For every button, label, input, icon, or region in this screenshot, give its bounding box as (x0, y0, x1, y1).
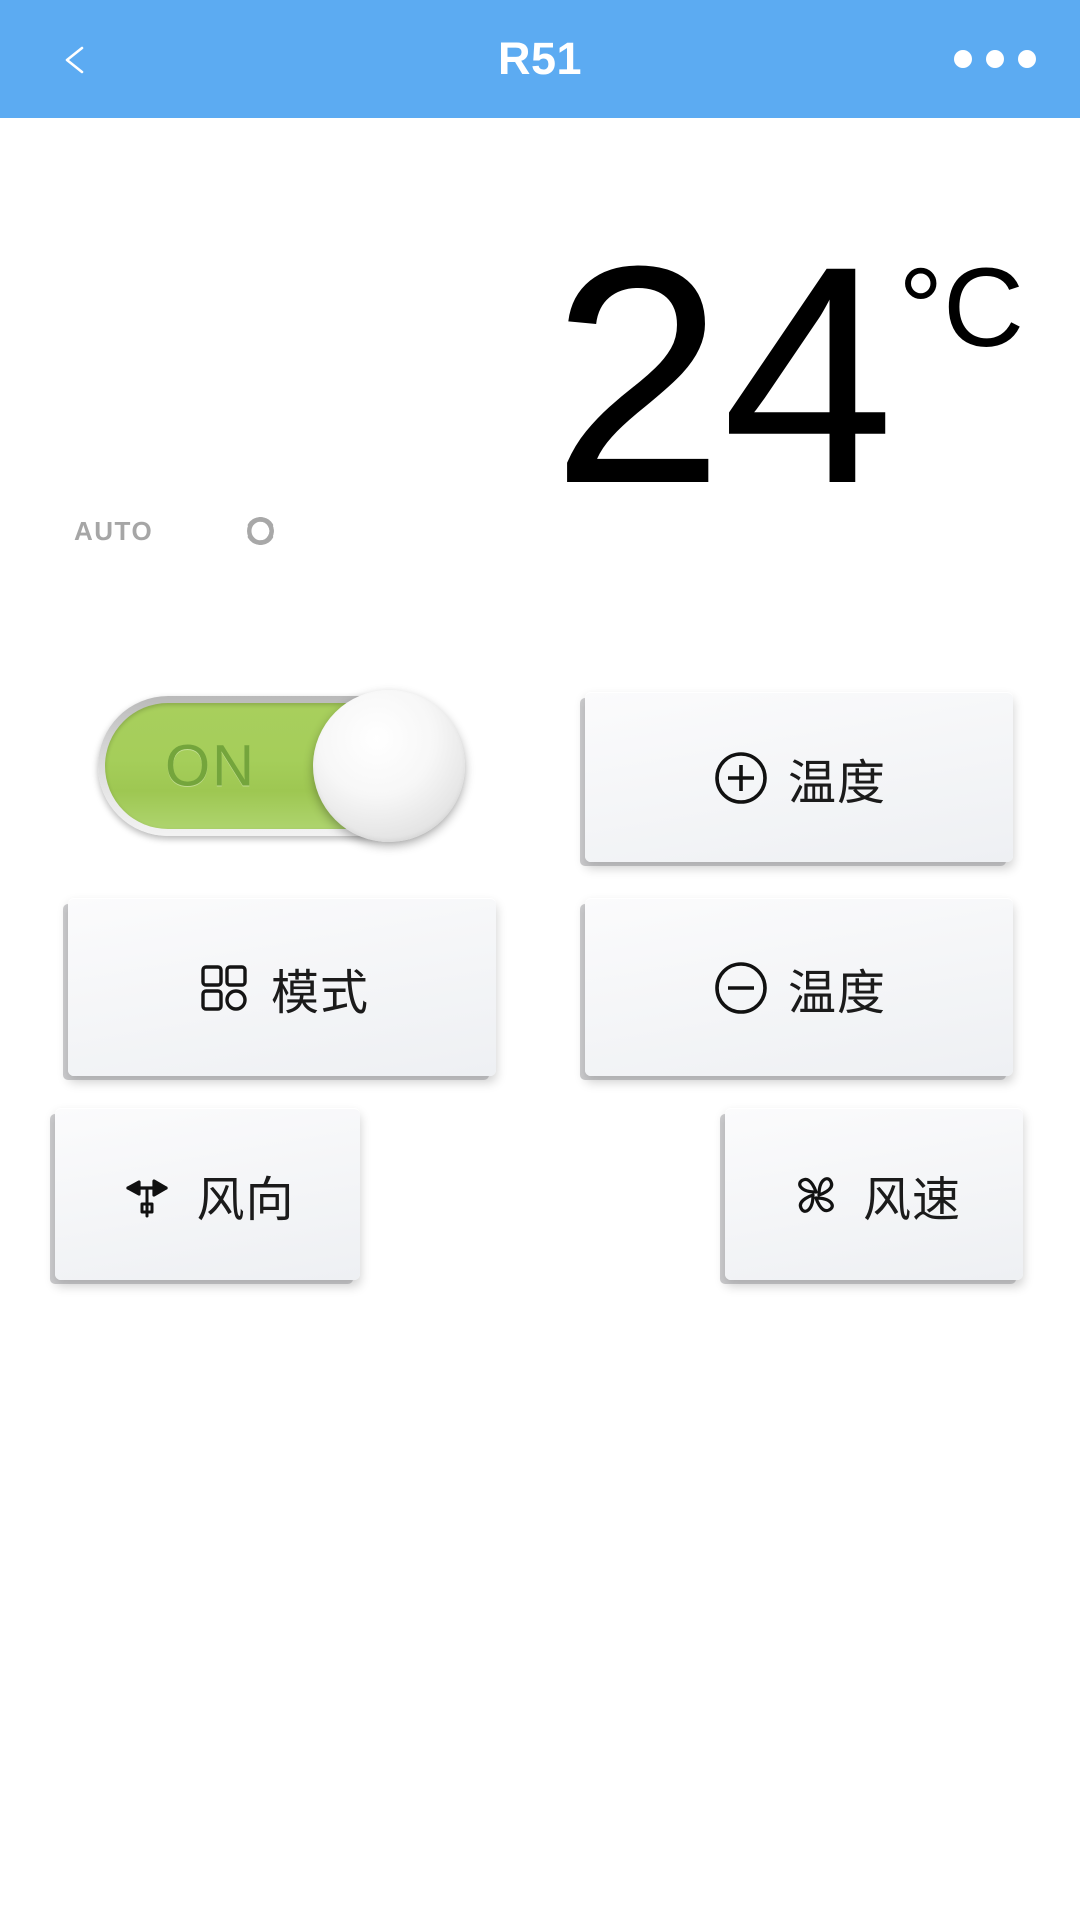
temperature-display: 24 °C (551, 201, 1025, 548)
plus-circle-icon (715, 751, 767, 804)
more-horizontal-icon-dot-1 (954, 50, 972, 68)
more-options-button[interactable] (940, 17, 1050, 101)
fan-speed-label: 风速 (862, 1171, 961, 1228)
controls-area: ON 温度 模式 温度 风向 风速 (0, 680, 1080, 1280)
temperature-up-label: 温度 (787, 754, 886, 811)
app-header: R51 (0, 0, 1080, 118)
wind-direction-button[interactable]: 风向 (55, 1108, 360, 1280)
mode-label: 模式 (270, 964, 369, 1021)
auto-mode-label: AUTO (74, 515, 154, 546)
more-horizontal-icon-dot-3 (1018, 50, 1036, 68)
temperature-unit: °C (898, 245, 1024, 370)
minus-circle-icon (715, 961, 767, 1014)
current-mode-indicator: AUTO (74, 500, 291, 562)
mode-button[interactable]: 模式 (68, 898, 496, 1076)
auto-swirl-icon (247, 517, 275, 545)
page-title: R51 (497, 33, 583, 84)
power-toggle-knob[interactable] (313, 690, 465, 842)
temperature-up-content: 温度 (712, 743, 886, 813)
wind-direction-content: 风向 (120, 1160, 294, 1230)
power-toggle-label: ON (165, 733, 256, 799)
temperature-value: 24 (551, 201, 895, 548)
grid-mode-icon (201, 964, 247, 1011)
fan-speed-content: 风速 (787, 1160, 961, 1230)
power-toggle-track: ON (105, 690, 465, 842)
temperature-down-button[interactable]: 温度 (585, 898, 1013, 1076)
fan-speed-button[interactable]: 风速 (725, 1108, 1023, 1280)
power-toggle[interactable]: ON (98, 690, 465, 842)
temperature-up-button[interactable]: 温度 (585, 692, 1013, 862)
more-horizontal-icon-dot-2 (986, 50, 1004, 68)
wind-direction-label: 风向 (196, 1171, 295, 1228)
temperature-down-label: 温度 (787, 964, 886, 1021)
weather-vane-icon (126, 1178, 169, 1217)
mode-content: 模式 (195, 953, 369, 1023)
temperature-down-content: 温度 (712, 953, 886, 1023)
fan-blades-icon (798, 1176, 834, 1213)
